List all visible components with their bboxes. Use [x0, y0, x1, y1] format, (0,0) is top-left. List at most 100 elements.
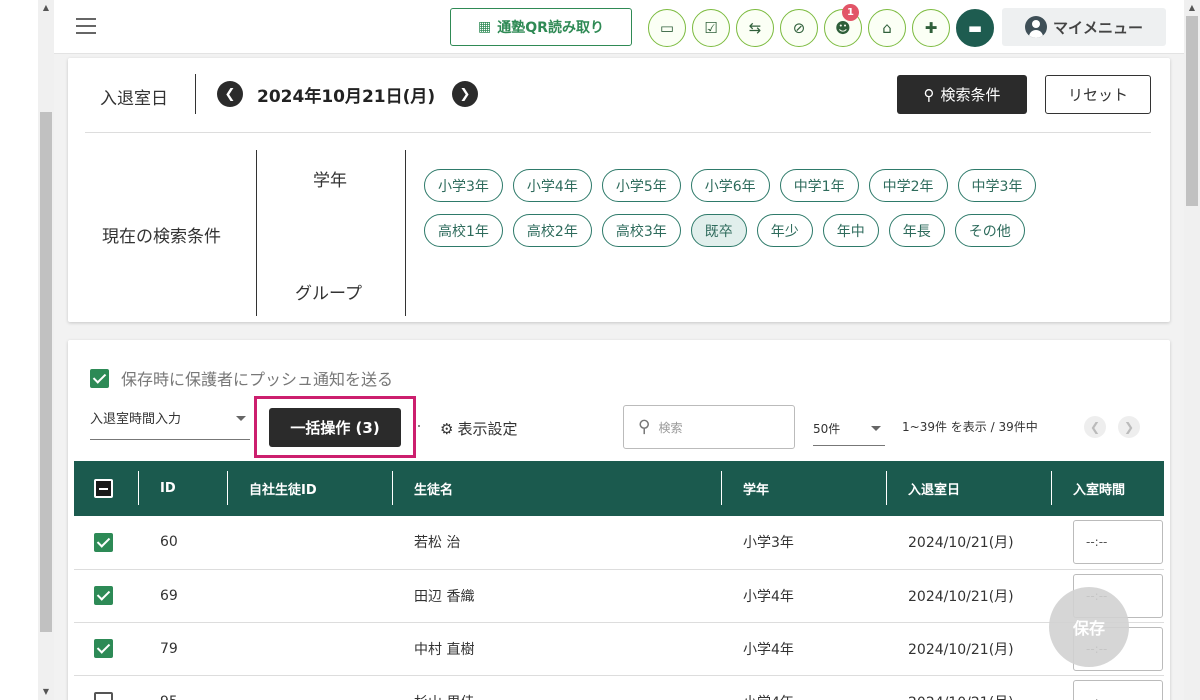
grade-chip[interactable]: 小学6年	[690, 169, 770, 202]
push-notify-checkbox[interactable]	[90, 368, 109, 388]
group-icon[interactable]: ☻ 1	[824, 4, 862, 47]
column-header[interactable]: ID	[138, 461, 227, 516]
date-cell: 2024/10/21(月)	[886, 516, 1051, 570]
divider	[256, 150, 257, 316]
row-checkbox-cell[interactable]	[74, 569, 138, 623]
row-checkbox[interactable]	[94, 639, 113, 658]
grade-chip[interactable]: 高校3年	[601, 214, 681, 247]
next-page-button[interactable]: ❯	[1118, 416, 1140, 438]
date-label: 入退室日	[100, 89, 168, 109]
grade-chip[interactable]: 中学2年	[868, 169, 948, 202]
grade-chip[interactable]: その他	[954, 214, 1025, 247]
search-condition-card: 入退室日 ❮ 2024年10月21日(月) ❯ ⚲ 検索条件 リセット 現在の検…	[68, 58, 1170, 322]
row-checkbox-cell[interactable]	[74, 675, 138, 700]
scrollbar-thumb[interactable]	[40, 112, 52, 632]
current-condition-label: 現在の検索条件	[102, 227, 221, 247]
group-label: グループ	[295, 284, 362, 304]
school-icon[interactable]: ⌂	[868, 9, 906, 47]
time-cell: --:--	[1051, 675, 1164, 700]
column-header[interactable]: 入室時間	[1051, 461, 1164, 516]
grade-chip[interactable]: 年中	[822, 214, 879, 247]
grade-chip[interactable]: 高校1年	[424, 214, 503, 247]
name-cell: 田辺 香織	[392, 569, 721, 623]
checklist-icon[interactable]: ☑	[692, 9, 730, 47]
own-id-cell	[227, 622, 392, 676]
my-menu-button[interactable]: マイメニュー	[1002, 8, 1166, 46]
select-all-cell[interactable]	[74, 461, 138, 516]
pagination-range: 1~39件 を表示 / 39件中	[902, 420, 1038, 434]
gear-icon: ⚙	[440, 419, 454, 438]
search-condition-button[interactable]: ⚲ 検索条件	[897, 75, 1027, 114]
next-date-button[interactable]: ❯	[452, 81, 478, 107]
qr-read-label: 通塾QR読み取り	[497, 20, 604, 36]
entry-time-input[interactable]: --:--	[1073, 679, 1163, 700]
display-settings-button[interactable]: ⚙ 表示設定	[440, 418, 517, 439]
row-checkbox[interactable]	[94, 532, 113, 552]
grade-chip[interactable]: 小学3年	[424, 169, 503, 202]
table-row[interactable]: 95 杉山 里佳小学4年2024/10/21(月) --:--	[74, 675, 1164, 700]
search-icon: ⚲	[923, 85, 935, 104]
search-input[interactable]: ⚲ 検索	[623, 405, 795, 449]
scroll-up-arrow-icon[interactable]: ▲	[38, 0, 54, 16]
input-mode-select[interactable]: 入退室時間入力	[90, 408, 250, 440]
grade-chip[interactable]: 小学4年	[512, 169, 592, 202]
display-settings-label: 表示設定	[457, 420, 518, 438]
exchange-icon[interactable]: ⇆	[736, 9, 774, 47]
push-notify-row[interactable]: 保存時に保護者にプッシュ通知を送る	[90, 366, 393, 390]
left-scrollbar[interactable]: ▲ ▼	[38, 0, 54, 700]
grade-chip[interactable]: 年少	[756, 214, 813, 247]
divider	[405, 150, 406, 316]
grade-cell: 小学4年	[721, 675, 886, 700]
table-row[interactable]: 79中村 直樹小学4年2024/10/21(月)--:--	[74, 622, 1164, 676]
gift-icon[interactable]: ✚	[912, 9, 950, 47]
id-cell: 95	[138, 675, 227, 700]
prev-date-button[interactable]: ❮	[217, 81, 243, 107]
column-header[interactable]: 生徒名	[392, 461, 721, 516]
current-date: 2024年10月21日(月)	[257, 87, 436, 107]
entry-time-input[interactable]: --:--	[1073, 520, 1163, 565]
column-header[interactable]: 学年	[721, 461, 886, 516]
date-cell: 2024/10/21(月)	[886, 622, 1051, 676]
scroll-down-arrow-icon[interactable]: ▼	[38, 684, 54, 700]
select-all-checkbox[interactable]	[94, 479, 113, 498]
table-row[interactable]: 69田辺 香織小学4年2024/10/21(月)--:--	[74, 569, 1164, 623]
bulk-action-button[interactable]: 一括操作 (3)	[269, 408, 401, 447]
message-icon[interactable]: ▬	[956, 9, 994, 47]
grade-cell: 小学4年	[721, 622, 886, 676]
chevron-down-icon	[236, 416, 246, 421]
prev-page-button[interactable]: ❮	[1084, 416, 1106, 438]
per-page-select[interactable]: 50件	[813, 420, 885, 446]
right-scrollbar[interactable]: ▲	[1184, 0, 1200, 700]
hamburger-menu-icon[interactable]	[76, 18, 96, 34]
per-page-value: 50件	[813, 422, 841, 436]
column-header[interactable]: 入退室日	[886, 461, 1051, 516]
name-cell: 若松 治	[392, 516, 721, 570]
id-cell: 60	[138, 516, 227, 570]
grade-chip[interactable]: 年長	[888, 214, 945, 247]
name-cell: 杉山 里佳	[392, 675, 721, 700]
divider	[195, 74, 196, 114]
grade-chip[interactable]: 小学5年	[601, 169, 681, 202]
scrollbar-thumb[interactable]	[1186, 16, 1198, 206]
row-checkbox[interactable]	[94, 586, 113, 605]
search-placeholder: 検索	[658, 420, 683, 435]
row-checkbox-cell[interactable]	[74, 516, 138, 570]
grade-chip[interactable]: 既卒	[690, 214, 747, 247]
scroll-up-arrow-icon[interactable]: ▲	[1184, 0, 1200, 16]
save-button[interactable]: 保存	[1049, 587, 1129, 667]
column-header[interactable]: 自社生徒ID	[227, 461, 392, 516]
own-id-cell	[227, 675, 392, 700]
grade-chip[interactable]: 高校2年	[512, 214, 592, 247]
grade-chip[interactable]: 中学3年	[957, 169, 1037, 202]
id-cell: 69	[138, 569, 227, 623]
grade-chip[interactable]: 中学1年	[779, 169, 859, 202]
qr-read-button[interactable]: ▦ 通塾QR読み取り	[450, 8, 632, 46]
no-show-icon[interactable]: ⊘	[780, 9, 818, 47]
table-row[interactable]: 60 若松 治小学3年 2024/10/21(月) --:--	[74, 516, 1164, 570]
row-checkbox[interactable]	[94, 692, 113, 700]
divider	[85, 132, 1151, 133]
reset-button[interactable]: リセット	[1045, 75, 1151, 114]
row-checkbox-cell[interactable]	[74, 622, 138, 676]
chat-icon[interactable]: ▭	[648, 9, 686, 47]
own-id-cell	[227, 569, 392, 623]
